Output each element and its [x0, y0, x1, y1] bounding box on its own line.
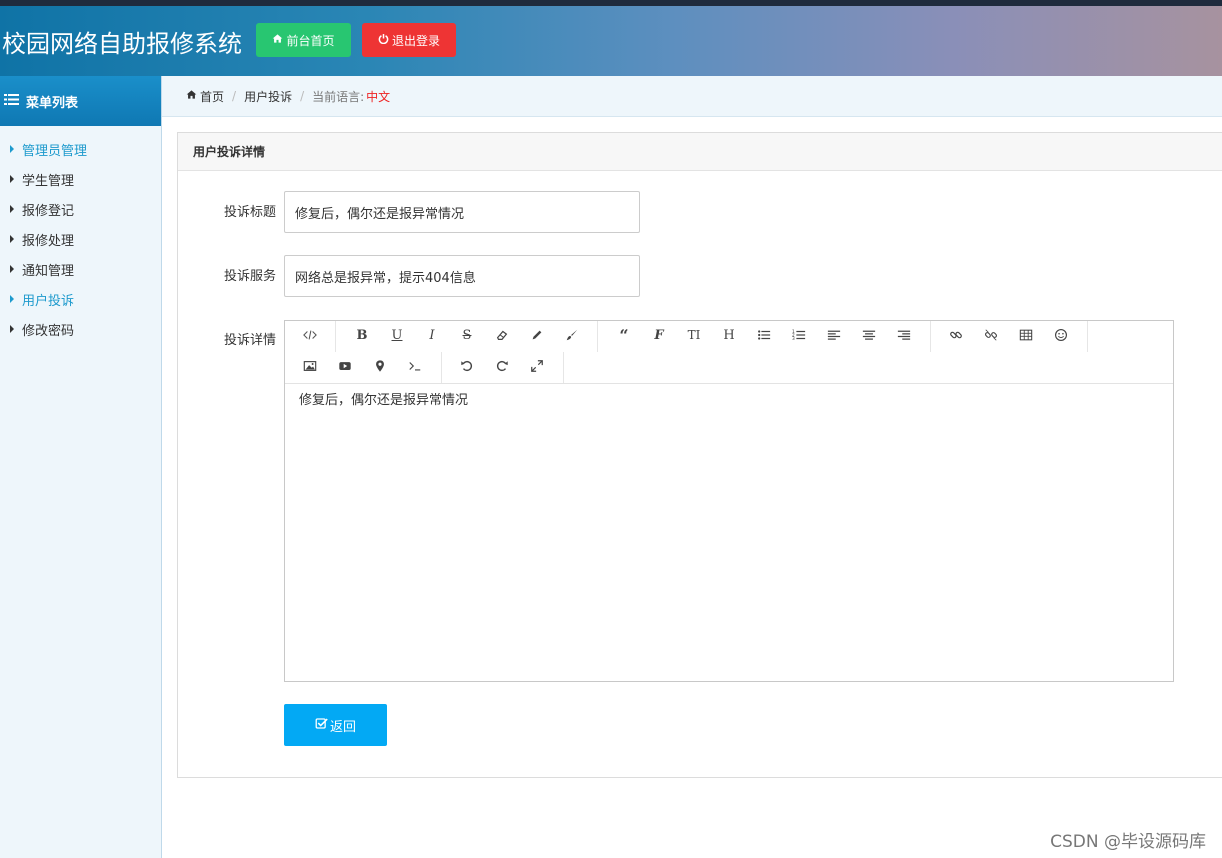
complaint-service-label: 投诉服务 — [224, 269, 277, 284]
link-icon[interactable] — [942, 321, 970, 349]
font-icon[interactable]: F — [645, 321, 673, 349]
sidebar-item-change-password[interactable]: 修改密码 — [0, 314, 161, 344]
sidebar-item-label: 通知管理 — [22, 263, 75, 279]
sidebar-item-students[interactable]: 学生管理 — [0, 164, 161, 194]
align-left-icon[interactable] — [820, 321, 848, 349]
caret-right-icon — [10, 205, 14, 213]
ordered-list-icon[interactable]: 123 — [785, 321, 813, 349]
sidebar-item-repair-register[interactable]: 报修登记 — [0, 194, 161, 224]
breadcrumb-home[interactable]: 首页 — [186, 88, 224, 105]
complaint-title-label: 投诉标题 — [224, 205, 277, 220]
align-center-icon[interactable] — [855, 321, 883, 349]
list-icon — [4, 93, 19, 110]
image-icon[interactable] — [296, 352, 324, 380]
sidebar-item-label: 用户投诉 — [22, 293, 75, 309]
sidebar-item-label: 报修登记 — [22, 203, 75, 219]
toolbar-divider — [335, 321, 336, 352]
breadcrumb-home-label: 首页 — [200, 89, 225, 104]
map-marker-icon[interactable] — [366, 352, 394, 380]
sidebar-item-label: 修改密码 — [22, 323, 75, 339]
fullscreen-icon[interactable] — [523, 352, 551, 380]
editor-toolbar: B U I S “ F TI H 123 — [285, 321, 1173, 384]
unordered-list-icon[interactable] — [750, 321, 778, 349]
sidebar-item-admin[interactable]: 管理员管理 — [0, 134, 161, 164]
breadcrumb-separator: / — [232, 89, 237, 103]
home-icon — [186, 89, 197, 103]
eraser-icon[interactable] — [488, 321, 516, 349]
toolbar-divider — [1087, 321, 1088, 352]
caret-right-icon — [10, 265, 14, 273]
emoji-icon[interactable] — [1047, 321, 1075, 349]
bold-icon[interactable]: B — [348, 321, 376, 349]
sidebar-item-label: 学生管理 — [22, 173, 75, 189]
logout-button[interactable]: 退出登录 — [362, 23, 456, 57]
breadcrumb-separator: / — [300, 89, 305, 103]
complaint-title-field[interactable]: 修复后，偶尔还是报异常情况 — [284, 191, 640, 233]
video-icon[interactable] — [331, 352, 359, 380]
sidebar-item-repair-process[interactable]: 报修处理 — [0, 224, 161, 254]
rich-text-editor: B U I S “ F TI H 123 修复后，偶尔还是报异常情况 — [284, 320, 1174, 682]
undo-icon[interactable] — [453, 352, 481, 380]
toolbar-divider — [930, 321, 931, 352]
check-square-icon — [315, 717, 328, 734]
caret-right-icon — [10, 235, 14, 243]
heading-icon[interactable]: H — [715, 321, 743, 349]
sidebar: 菜单列表 管理员管理 学生管理 报修登记 报修处理 通知管理 用户投诉 修改密码 — [0, 76, 162, 858]
back-button[interactable]: 返回 — [284, 704, 387, 746]
brush-icon[interactable] — [558, 321, 586, 349]
complaint-service-field[interactable]: 网络总是报异常，提示404信息 — [284, 255, 640, 297]
unlink-icon[interactable] — [977, 321, 1005, 349]
sidebar-item-label: 报修处理 — [22, 233, 75, 249]
app-header: 校园网络自助报修系统 前台首页 退出登录 — [0, 6, 1222, 76]
toolbar-divider — [563, 352, 564, 383]
toolbar-divider — [597, 321, 598, 352]
language-label: 当前语言: — [312, 89, 365, 104]
complaint-detail-label: 投诉详情 — [224, 333, 277, 348]
code-view-icon[interactable] — [296, 321, 324, 349]
language-value: 中文 — [366, 89, 391, 104]
watermark: CSDN @毕设源码库 — [1050, 832, 1206, 852]
sidebar-header: 菜单列表 — [0, 76, 161, 126]
complaint-detail-panel: 用户投诉详情 投诉标题 修复后，偶尔还是报异常情况 投诉服务 网络总是报异常，提… — [177, 132, 1222, 778]
strikethrough-icon[interactable]: S — [453, 321, 481, 349]
back-button-label: 返回 — [329, 719, 356, 735]
sidebar-menu: 管理员管理 学生管理 报修登记 报修处理 通知管理 用户投诉 修改密码 — [0, 126, 161, 344]
caret-right-icon — [10, 325, 14, 333]
svg-text:3: 3 — [792, 336, 795, 342]
app-title: 校园网络自助报修系统 — [2, 30, 242, 58]
home-button[interactable]: 前台首页 — [256, 23, 351, 57]
power-icon — [378, 33, 389, 47]
redo-icon[interactable] — [488, 352, 516, 380]
underline-icon[interactable]: U — [383, 321, 411, 349]
sidebar-item-notices[interactable]: 通知管理 — [0, 254, 161, 284]
text-height-icon[interactable]: TI — [680, 321, 708, 349]
sidebar-item-complaints[interactable]: 用户投诉 — [0, 284, 161, 314]
italic-icon[interactable]: I — [418, 321, 446, 349]
home-button-label: 前台首页 — [286, 33, 335, 48]
terminal-icon[interactable] — [401, 352, 429, 380]
logout-button-label: 退出登录 — [391, 33, 440, 48]
editor-content[interactable]: 修复后，偶尔还是报异常情况 — [285, 384, 1173, 413]
sidebar-title: 菜单列表 — [26, 95, 79, 111]
quote-icon[interactable]: “ — [610, 321, 638, 349]
sidebar-item-label: 管理员管理 — [22, 143, 88, 159]
breadcrumb-current[interactable]: 用户投诉 — [244, 88, 292, 105]
breadcrumb: 首页 / 用户投诉 / 当前语言: 中文 — [162, 76, 1222, 117]
align-right-icon[interactable] — [890, 321, 918, 349]
table-icon[interactable] — [1012, 321, 1040, 349]
home-icon — [272, 33, 283, 47]
caret-right-icon — [10, 175, 14, 183]
panel-title: 用户投诉详情 — [178, 133, 1222, 171]
toolbar-divider — [441, 352, 442, 383]
caret-right-icon — [10, 145, 14, 153]
caret-right-icon — [10, 295, 14, 303]
pencil-icon[interactable] — [523, 321, 551, 349]
